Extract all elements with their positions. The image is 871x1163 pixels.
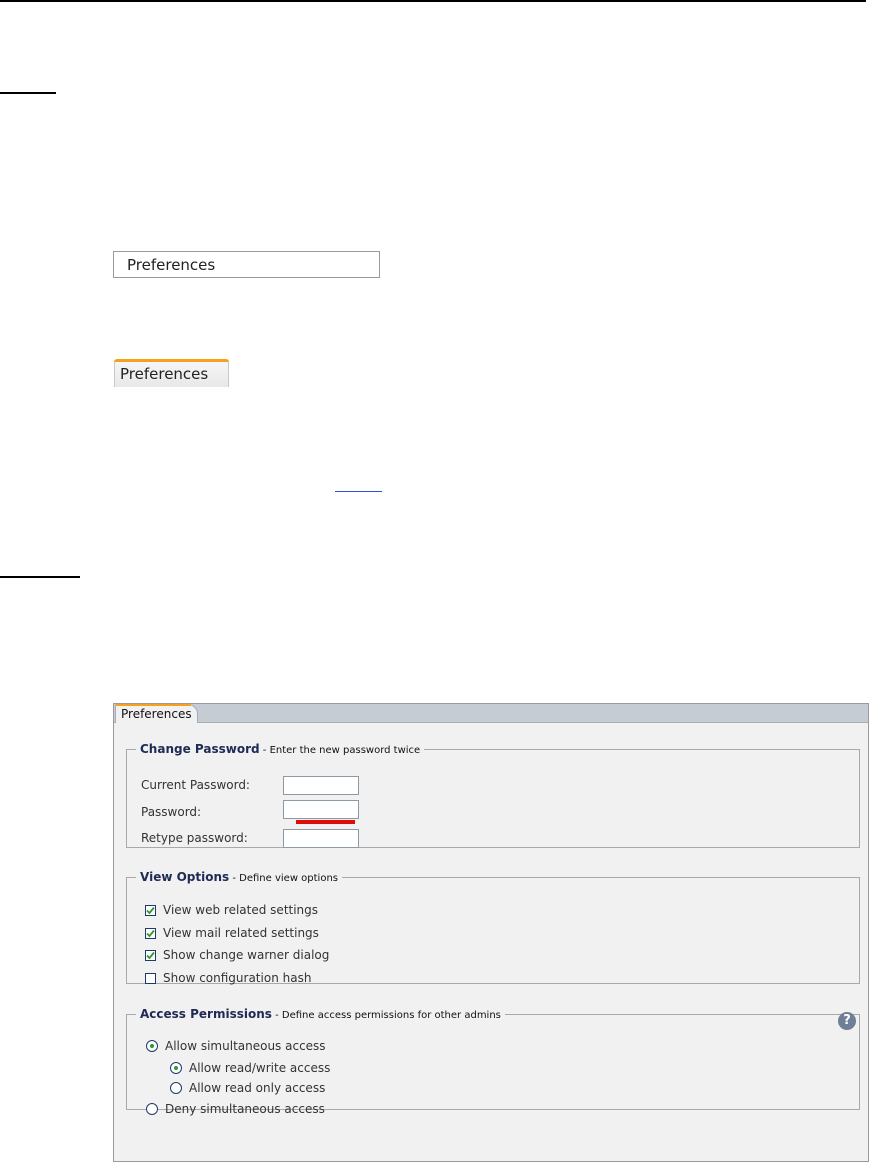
show-change-warner-label: Show change warner dialog	[163, 948, 330, 962]
preferences-menu-label: Preferences	[127, 256, 216, 274]
view-web-settings-option[interactable]: View web related settings	[145, 903, 318, 917]
password-strength-bar	[296, 820, 355, 824]
view-options-title: View Options	[140, 870, 230, 884]
preferences-tab-mock[interactable]: Preferences	[114, 359, 229, 387]
deny-simultaneous-radio[interactable]	[146, 1103, 158, 1115]
show-config-hash-label: Show configuration hash	[163, 971, 312, 985]
view-mail-settings-option[interactable]: View mail related settings	[145, 926, 319, 940]
allow-simultaneous-radio[interactable]	[146, 1040, 158, 1052]
view-web-settings-checkbox[interactable]	[145, 904, 156, 916]
radio-selected-dot	[174, 1066, 178, 1070]
show-change-warner-checkbox[interactable]	[145, 949, 156, 961]
view-mail-settings-checkbox[interactable]	[145, 927, 156, 939]
current-password-input[interactable]	[283, 776, 359, 795]
change-password-title: Change Password	[140, 742, 260, 756]
preferences-tab-label: Preferences	[120, 365, 209, 383]
allow-read-write-radio[interactable]	[170, 1062, 182, 1074]
radio-selected-dot	[150, 1044, 154, 1048]
view-mail-settings-label: View mail related settings	[163, 926, 319, 940]
password-label: Password:	[141, 805, 202, 819]
allow-read-only-label: Allow read only access	[189, 1081, 326, 1095]
access-permissions-legend: Access Permissions - Define access permi…	[136, 1007, 505, 1021]
deny-simultaneous-label: Deny simultaneous access	[165, 1102, 325, 1116]
view-options-group: View Options - Define view options View …	[126, 870, 860, 985]
view-web-settings-label: View web related settings	[163, 903, 319, 917]
top-rule	[0, 0, 866, 2]
change-password-subtitle: - Enter the new password twice	[262, 745, 421, 756]
link-underline[interactable]	[335, 491, 382, 492]
deny-simultaneous-option[interactable]: Deny simultaneous access	[146, 1102, 325, 1116]
tab-preferences[interactable]: Preferences	[115, 704, 198, 723]
preferences-dialog: Preferences Change Password - Enter the …	[113, 703, 869, 1162]
retype-password-label: Retype password:	[141, 831, 248, 845]
allow-read-write-label: Allow read/write access	[189, 1061, 331, 1075]
preferences-menu-item[interactable]: Preferences	[113, 251, 380, 278]
change-password-group: Change Password - Enter the new password…	[126, 742, 860, 848]
password-input[interactable]	[283, 800, 359, 819]
show-config-hash-checkbox[interactable]	[145, 972, 156, 984]
dialog-tabbar: Preferences	[114, 704, 868, 723]
doc-heading-underline-2	[0, 576, 80, 578]
checkmark-icon	[146, 929, 155, 937]
checkmark-icon	[146, 906, 155, 914]
allow-simultaneous-label: Allow simultaneous access	[165, 1039, 326, 1053]
access-permissions-subtitle: - Define access permissions for other ad…	[275, 1010, 501, 1021]
access-permissions-group: Access Permissions - Define access permi…	[126, 1007, 860, 1116]
show-change-warner-option[interactable]: Show change warner dialog	[145, 948, 329, 962]
view-options-subtitle: - Define view options	[232, 873, 339, 884]
doc-heading-underline-1	[0, 92, 56, 94]
change-password-legend: Change Password - Enter the new password…	[136, 742, 424, 756]
allow-simultaneous-option[interactable]: Allow simultaneous access	[146, 1039, 326, 1053]
allow-read-only-option[interactable]: Allow read only access	[170, 1081, 325, 1095]
checkmark-icon	[146, 951, 155, 959]
access-permissions-title: Access Permissions	[140, 1007, 272, 1021]
help-icon[interactable]: ?	[838, 1012, 856, 1030]
retype-password-input[interactable]	[283, 829, 359, 848]
allow-read-write-option[interactable]: Allow read/write access	[170, 1061, 330, 1075]
allow-read-only-radio[interactable]	[170, 1082, 182, 1094]
view-options-legend: View Options - Define view options	[136, 870, 342, 884]
current-password-label: Current Password:	[141, 778, 250, 792]
show-config-hash-option[interactable]: Show configuration hash	[145, 971, 311, 985]
tab-preferences-label: Preferences	[121, 707, 192, 721]
